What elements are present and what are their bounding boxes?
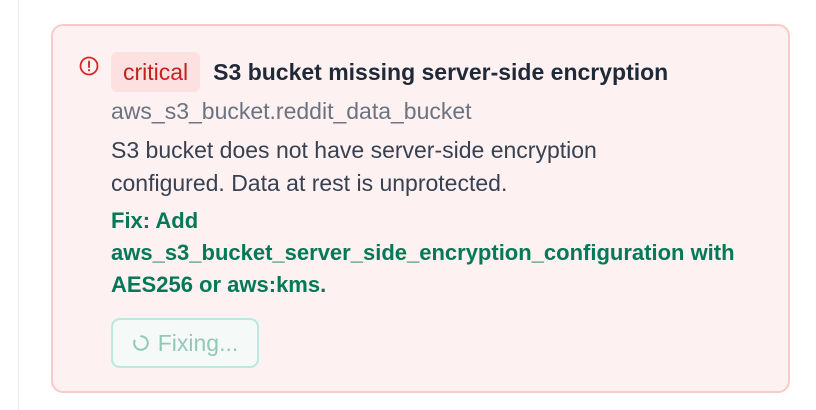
finding-title: S3 bucket missing server-side encryption: [213, 58, 669, 85]
spinner-icon: [132, 334, 150, 352]
left-divider: [18, 0, 19, 410]
fix-button[interactable]: Fixing...: [111, 318, 259, 368]
finding-card: critical S3 bucket missing server-side e…: [51, 24, 790, 393]
fix-suggestion: Fix: Add aws_s3_bucket_server_side_encry…: [111, 208, 735, 297]
page: critical S3 bucket missing server-side e…: [0, 0, 816, 410]
severity-badge: critical: [111, 52, 201, 92]
finding-description: S3 bucket does not have server-side encr…: [111, 137, 597, 196]
fix-button-label: Fixing...: [157, 329, 239, 356]
resource-name: aws_s3_bucket.reddit_data_bucket: [111, 98, 472, 124]
finding-content: critical S3 bucket missing server-side e…: [111, 50, 771, 368]
alert-circle-icon: [78, 55, 100, 77]
finding-header: critical S3 bucket missing server-side e…: [111, 51, 771, 93]
